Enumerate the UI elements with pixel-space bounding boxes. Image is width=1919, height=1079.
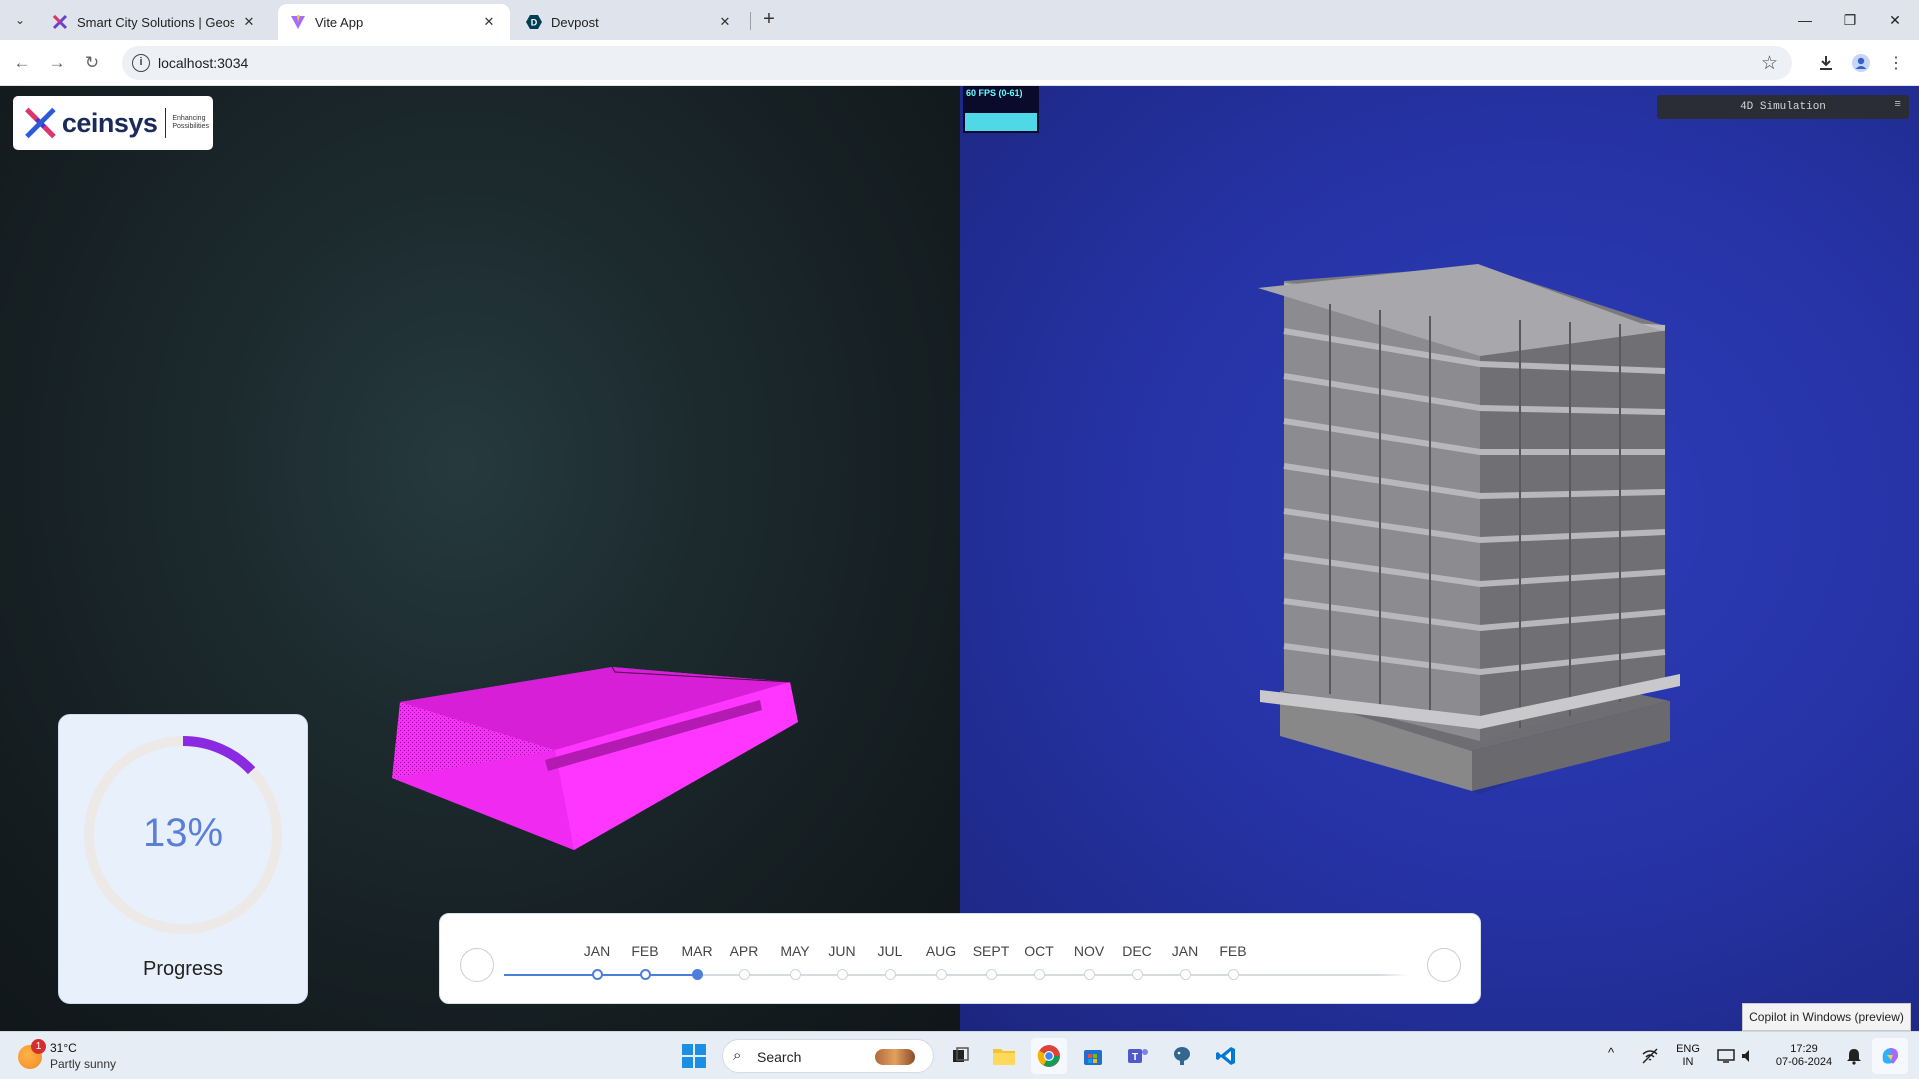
bookmark-star-icon[interactable]: ☆ [1761,52,1778,75]
progress-percent: 13% [142,811,224,855]
clock-time: 17:29 [1790,1043,1818,1055]
windows-logo-icon [682,1044,706,1068]
timeline-prev-button[interactable] [460,948,494,982]
timeline-dot[interactable] [985,969,997,980]
timeline-dot[interactable] [935,969,947,980]
timeline-dot[interactable] [884,969,896,980]
tab-title: Devpost [551,14,599,30]
timeline-dot[interactable] [1131,969,1143,980]
weather-desc: Partly sunny [50,1057,117,1071]
progress-label: Progress [142,958,224,980]
timeline-dot[interactable] [639,969,651,980]
devpost-favicon-icon: D [526,14,542,30]
back-arrow-icon[interactable]: ← [9,50,35,76]
file-explorer-icon[interactable] [986,1038,1022,1074]
vscode-icon[interactable] [1208,1038,1244,1074]
tab-devpost[interactable]: D Devpost ✕ [514,4,746,40]
tab-separator [750,12,751,30]
language-code: ENG [1676,1043,1700,1055]
svg-text:T: T [1132,1052,1138,1063]
windows-taskbar: 1 31°C Partly sunny ⌕ Search T ^ ENG IN [0,1031,1919,1079]
logo-wordmark: ceinsys [61,107,158,138]
tab-title: Smart City Solutions | Geospatia [77,14,234,30]
tray-chevron-icon[interactable]: ^ [1608,1046,1614,1059]
browser-menu-kebab-icon[interactable]: ⋮ [1883,50,1909,76]
network-offline-icon[interactable] [1632,1038,1668,1074]
start-button[interactable] [676,1038,712,1074]
microsoft-store-icon[interactable] [1075,1038,1111,1074]
address-url[interactable]: localhost:3034 [158,55,248,71]
close-tab-icon[interactable]: ✕ [716,13,734,31]
language-indicator[interactable]: ENG IN [1668,1043,1708,1069]
forward-arrow-icon[interactable]: → [44,50,70,76]
timeline-dot[interactable] [1227,969,1239,980]
timeline-next-button[interactable] [1427,948,1461,982]
logo-divider [165,108,167,138]
simulation-select[interactable]: 4D Simulation ≡ [1657,95,1909,119]
reload-icon[interactable]: ↻ [79,50,105,76]
minimize-icon[interactable]: — [1790,8,1820,32]
weather-temp: 31°C [50,1041,77,1055]
copilot-icon[interactable] [1872,1038,1908,1074]
timeline-dot[interactable] [738,969,750,980]
timeline-fade [1380,934,1420,994]
volume-icon[interactable] [1730,1038,1766,1074]
tab-vite-app[interactable]: Vite App ✕ [278,4,510,40]
tab-smart-city[interactable]: Smart City Solutions | Geospatia ✕ [40,4,270,40]
svg-text:D: D [531,18,538,28]
timeline-dot[interactable] [1083,969,1095,980]
close-tab-icon[interactable]: ✕ [480,13,498,31]
weather-badge: 1 [31,1039,46,1054]
profile-avatar-icon[interactable] [1848,50,1874,76]
timeline-month-label[interactable]: FEB [1203,943,1263,959]
simulation-select-label: 4D Simulation [1740,101,1826,113]
timeline-month-label[interactable]: FEB [615,943,675,959]
site-info-icon[interactable]: i [132,54,150,72]
ceinsys-favicon-icon [52,14,68,30]
tab-search-chevron-icon[interactable]: ⌄ [8,9,32,31]
timeline-dot[interactable] [1179,969,1191,980]
vite-favicon-icon [290,14,306,30]
clock-date: 07-06-2024 [1775,1056,1833,1068]
fps-readout: 60 FPS (0-61) [966,88,1023,98]
restore-icon[interactable]: ❐ [1835,8,1865,32]
postgresql-icon[interactable] [1164,1038,1200,1074]
ceinsys-mark-icon [25,107,56,139]
fps-graph [965,113,1037,131]
logo-tagline: Enhancing Possibilities [172,115,209,130]
ceinsys-logo: ceinsys Enhancing Possibilities [13,96,213,150]
task-view-icon[interactable] [942,1038,978,1074]
taskbar-search-label: Search [757,1049,802,1065]
teams-icon[interactable]: T [1120,1038,1156,1074]
tab-title: Vite App [315,14,364,30]
bim-viewport[interactable] [960,86,1919,1031]
timeline-slider[interactable]: JAN FEB MAR APR MAY JUN JUL AUG SEPT OCT NOV DEC JAN… [439,913,1481,1004]
progress-card: 13% Progress [58,714,308,1004]
menu-lines-icon: ≡ [1894,99,1901,111]
timeline-dot[interactable] [836,969,848,980]
clock[interactable]: 17:29 07-06-2024 [1764,1043,1844,1069]
browser-tab-strip: ⌄ Smart City Solutions | Geospatia ✕ Vit… [0,0,1919,40]
timeline-dot[interactable] [691,969,703,980]
copilot-tooltip: Copilot in Windows (preview) [1742,1003,1911,1031]
taskbar-search[interactable]: ⌕ Search [722,1039,934,1073]
browser-toolbar: ← → ↻ i localhost:3034 ☆ ⋮ [0,40,1919,86]
notification-bell-icon[interactable] [1836,1038,1872,1074]
timeline-dot[interactable] [1033,969,1045,980]
language-region: IN [1682,1056,1694,1068]
search-highlight-icon [875,1049,915,1065]
close-window-icon[interactable]: ✕ [1880,8,1910,32]
timeline-dot[interactable] [591,969,603,980]
fps-stats-panel[interactable]: 60 FPS (0-61) [963,86,1039,133]
timeline-dot[interactable] [789,969,801,980]
new-tab-plus-icon[interactable]: + [758,9,780,31]
building-model [1258,264,1680,794]
search-icon: ⌕ [733,1047,742,1064]
chrome-icon[interactable] [1031,1038,1067,1074]
weather-widget[interactable]: 1 31°C Partly sunny [16,1039,156,1073]
address-bar[interactable]: i localhost:3034 ☆ [122,46,1792,80]
download-icon[interactable] [1813,50,1839,76]
close-tab-icon[interactable]: ✕ [240,13,258,31]
